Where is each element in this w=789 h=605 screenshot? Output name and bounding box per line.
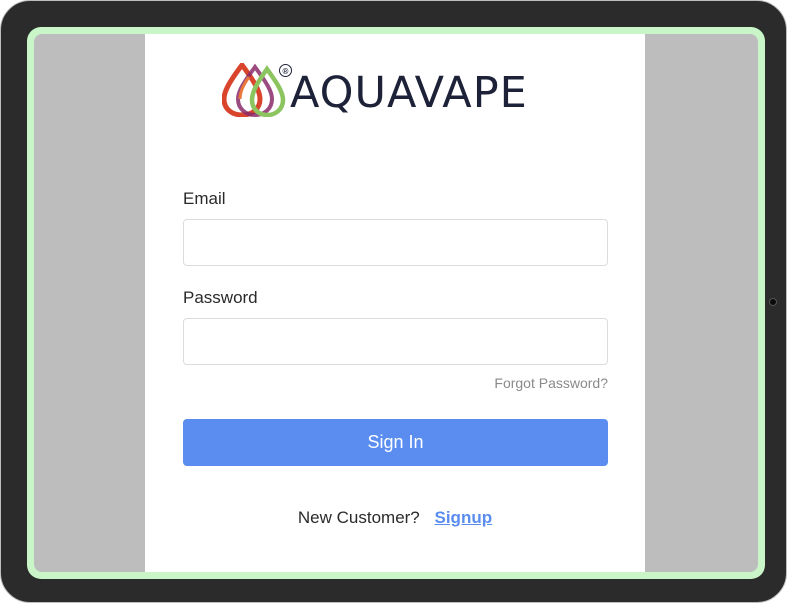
brand-logo: AQUAVAPE	[222, 61, 528, 117]
new-customer-text: New Customer?	[297, 508, 420, 527]
drops-logo-icon	[222, 63, 286, 117]
password-label: Password	[183, 288, 258, 307]
brand-name: AQUAVAPE	[290, 68, 528, 118]
sign-in-button[interactable]: Sign In	[183, 419, 608, 466]
screen: AQUAVAPE ® Email Password Forgot Passwor…	[34, 34, 758, 572]
forgot-password-link[interactable]: Forgot Password?	[494, 375, 608, 391]
signup-link[interactable]: Signup	[435, 508, 493, 527]
tablet-device-frame: AQUAVAPE ® Email Password Forgot Passwor…	[0, 0, 787, 603]
screen-frame: AQUAVAPE ® Email Password Forgot Passwor…	[27, 27, 765, 579]
password-input[interactable]	[183, 318, 608, 365]
login-panel: AQUAVAPE ® Email Password Forgot Passwor…	[145, 34, 645, 572]
registered-mark: ®	[279, 64, 292, 77]
email-label: Email	[183, 189, 226, 208]
signup-prompt: New Customer? Signup	[145, 508, 645, 528]
camera-icon	[770, 299, 776, 305]
email-input[interactable]	[183, 219, 608, 266]
